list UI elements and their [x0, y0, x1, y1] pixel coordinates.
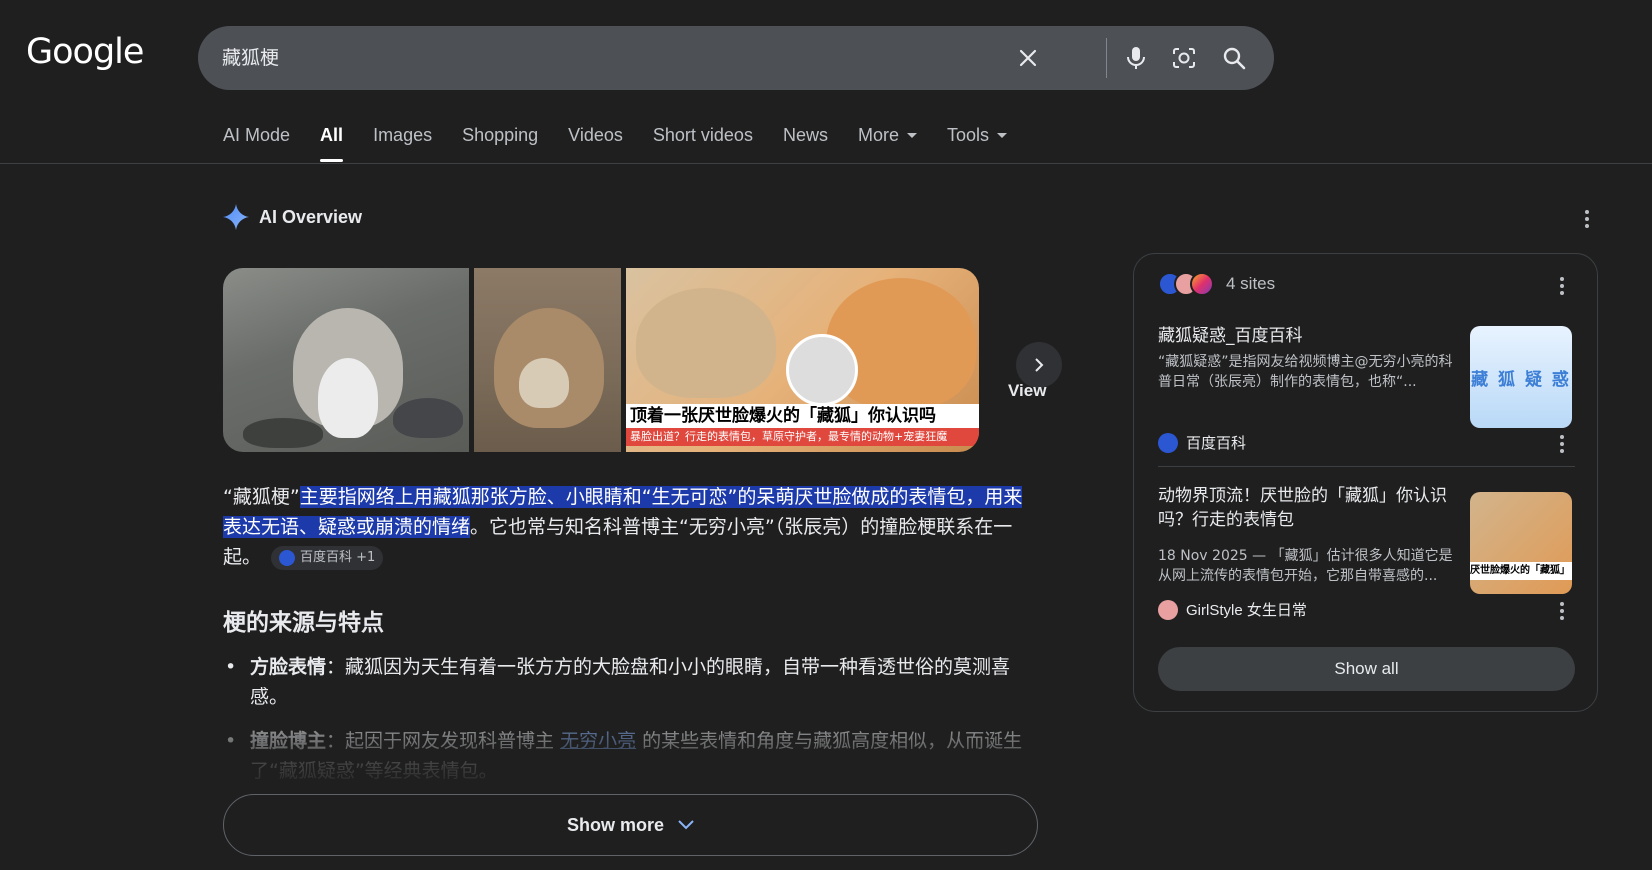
- tab-label: News: [782, 125, 828, 145]
- search-input[interactable]: [222, 26, 1022, 90]
- more-options-icon[interactable]: [1552, 601, 1572, 621]
- thumbnail-text: 藏 狐 疑 惑: [1471, 369, 1571, 390]
- more-options-icon[interactable]: [1552, 276, 1572, 296]
- show-more-button[interactable]: Show more: [223, 794, 1038, 856]
- tab-shopping[interactable]: Shopping: [462, 124, 538, 162]
- sites-count: 4 sites: [1226, 274, 1276, 293]
- bullet-text: ：藏狐因为天生有着一张方方的大脸盘和小小的眼睛，自带一种看透世俗的莫测喜感。: [250, 656, 1011, 708]
- sites-header[interactable]: 4 sites: [1158, 272, 1275, 296]
- lens-camera-icon[interactable]: [1168, 42, 1200, 74]
- tab-all[interactable]: All: [320, 124, 344, 162]
- source-chip-label: 百度百科 +1: [300, 549, 376, 565]
- tab-label: Shopping: [462, 125, 539, 145]
- header-divider: [0, 163, 1652, 164]
- microphone-icon[interactable]: [1120, 42, 1152, 74]
- list-item: 方脸表情：藏狐因为天生有着一张方方的大脸盘和小小的眼睛，自带一种看透世俗的莫测喜…: [223, 652, 1039, 712]
- image-subcaption: 暴脸出道？行走的表情包，草原守护者，最专情的动物+宠妻狂魔: [626, 428, 979, 446]
- tab-news[interactable]: News: [783, 124, 828, 162]
- image-caption: 顶着一张厌世脸爆火的「藏狐」你认识吗: [626, 404, 979, 428]
- bullet-text: ：起因于网友发现科普博主: [326, 730, 561, 752]
- show-all-label: Show all: [1334, 659, 1399, 678]
- google-logo[interactable]: Google: [26, 32, 144, 72]
- overview-paragraph: “藏狐梗”主要指网络上用藏狐那张方脸、小眼睛和“生无可恋”的呆萌厌世脸做成的表情…: [223, 482, 1039, 572]
- tab-label: More: [857, 125, 899, 145]
- chevron-down-icon: [678, 820, 694, 830]
- bullet-term: 方脸表情: [250, 656, 327, 678]
- baidu-icon: [279, 549, 296, 566]
- source-card-snippet: 18 Nov 2025 — 「藏狐」估计很多人知道它是从网上流传的表情包开始，它…: [1158, 548, 1453, 584]
- tab-images[interactable]: Images: [373, 124, 432, 162]
- show-more-label: Show more: [566, 814, 664, 835]
- search-icon[interactable]: [1218, 42, 1250, 74]
- instagram-icon: [1190, 272, 1214, 296]
- source-name: 百度百科: [1186, 435, 1247, 452]
- ai-overview-title: AI Overview: [259, 206, 363, 227]
- card-separator: [1158, 466, 1575, 467]
- tab-short-videos[interactable]: Short videos: [653, 124, 753, 162]
- source-row[interactable]: 百度百科: [1158, 432, 1246, 453]
- caret-down-icon: [906, 133, 917, 138]
- fox-image-1[interactable]: [223, 268, 469, 452]
- para-prefix: “藏狐梗”: [223, 486, 300, 508]
- source-card-title[interactable]: 动物界顶流！厌世脸的「藏狐」你认识吗？行走的表情包: [1158, 484, 1458, 532]
- tab-label: Short videos: [652, 125, 753, 145]
- search-tabs: AI Mode All Images Shopping Videos Short…: [223, 124, 1037, 162]
- search-bar[interactable]: [198, 26, 1274, 90]
- tab-videos[interactable]: Videos: [568, 124, 623, 162]
- source-thumbnail[interactable]: 厌世脸爆火的「藏狐」: [1470, 492, 1572, 594]
- clear-icon[interactable]: [1012, 42, 1044, 74]
- tab-ai-mode[interactable]: AI Mode: [223, 124, 290, 162]
- source-chip[interactable]: 百度百科 +1: [271, 545, 384, 570]
- list-item: 撞脸博主：起因于网友发现科普博主 无穷小亮 的某些表情和角度与藏狐高度相似，从而…: [223, 726, 1039, 786]
- inset-portrait: [786, 334, 858, 406]
- tab-label: All: [320, 125, 344, 145]
- image-carousel: 顶着一张厌世脸爆火的「藏狐」你认识吗 暴脸出道？行走的表情包，草原守护者，最专情…: [223, 268, 979, 452]
- tab-label: Tools: [946, 125, 990, 145]
- source-card-title[interactable]: 藏狐疑惑_百度百科: [1158, 324, 1458, 348]
- tab-more[interactable]: More: [858, 124, 917, 162]
- girlstyle-icon: [1158, 599, 1178, 620]
- section-heading: 梗的来源与特点: [223, 610, 384, 636]
- fox-image-2[interactable]: [474, 268, 621, 452]
- more-options-icon[interactable]: [1552, 434, 1572, 454]
- view-label[interactable]: View: [1008, 381, 1046, 401]
- tab-label: Videos: [568, 125, 623, 145]
- show-all-button[interactable]: Show all: [1158, 647, 1575, 691]
- caret-down-icon: [997, 133, 1008, 138]
- ai-overview-header: AI Overview: [223, 204, 362, 230]
- fox-image-3[interactable]: 顶着一张厌世脸爆火的「藏狐」你认识吗 暴脸出道？行走的表情包，草原守护者，最专情…: [626, 268, 979, 452]
- tab-label: AI Mode: [223, 125, 291, 145]
- gemini-sparkle-icon: [223, 204, 249, 230]
- baidu-icon: [1158, 432, 1178, 453]
- tab-tools[interactable]: Tools: [946, 124, 1008, 162]
- bullet-term: 撞脸博主: [250, 730, 327, 752]
- sources-panel: 4 sites 藏狐疑惑_百度百科 “藏狐疑惑”是指网友给视频博主@无穷小亮的科…: [1133, 253, 1598, 712]
- chevron-right-icon: [1035, 358, 1044, 372]
- blogger-link[interactable]: 无穷小亮: [560, 730, 636, 752]
- source-name: GirlStyle 女生日常: [1186, 602, 1307, 619]
- thumbnail-text: 厌世脸爆火的「藏狐」: [1470, 562, 1572, 580]
- tab-label: Images: [373, 125, 433, 145]
- source-thumbnail[interactable]: 藏 狐 疑 惑: [1470, 326, 1572, 428]
- source-card-snippet: “藏狐疑惑”是指网友给视频博主@无穷小亮的科普日常（张辰亮）制作的表情包，也称“…: [1158, 354, 1453, 390]
- more-options-icon[interactable]: [1577, 209, 1597, 229]
- search-divider: [1106, 38, 1107, 78]
- source-row[interactable]: GirlStyle 女生日常: [1158, 599, 1307, 620]
